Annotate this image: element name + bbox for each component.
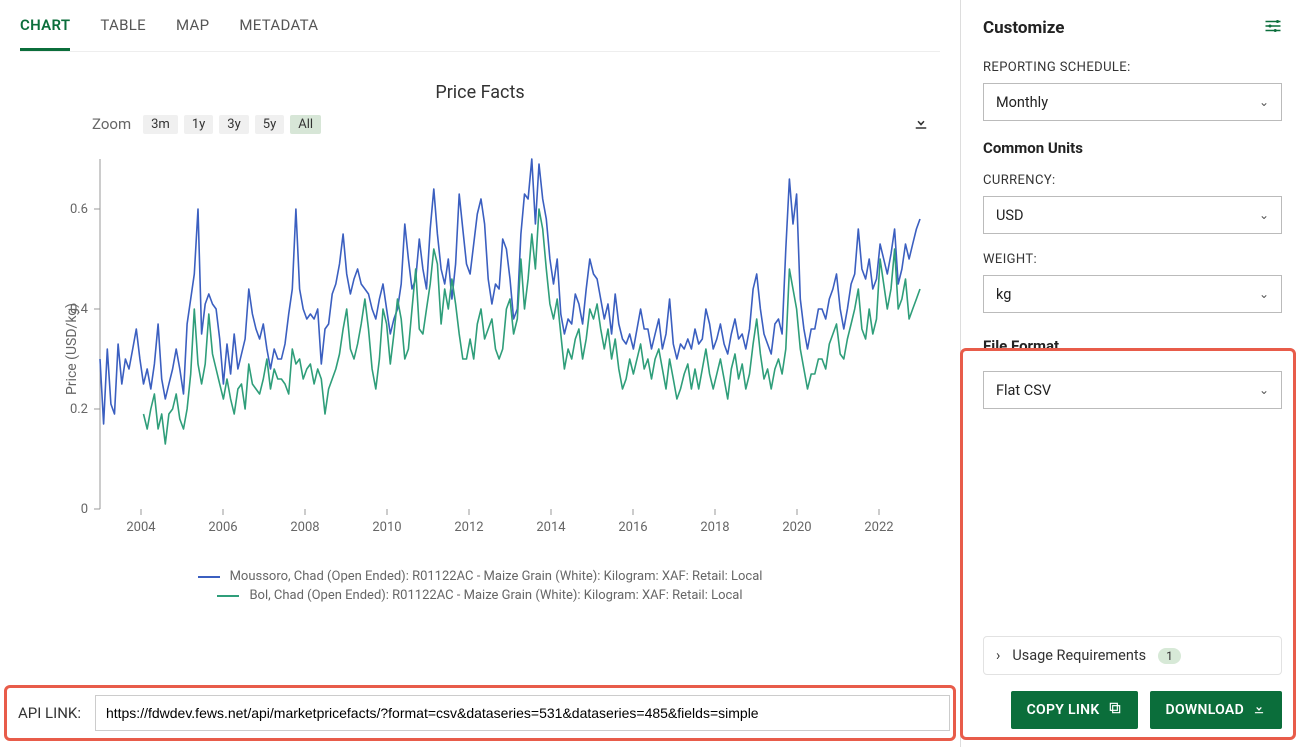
sidebar-footer: › Usage Requirements 1 COPY LINK DOWNLOA… <box>983 636 1282 729</box>
reporting-schedule-select[interactable]: Monthly ⌄ <box>983 83 1282 121</box>
chart-container: Price Facts Zoom 3m 1y 3y 5y All Price (… <box>20 82 940 603</box>
weight-value: kg <box>996 286 1011 303</box>
common-units-heading: Common Units <box>983 139 1282 157</box>
file-format-select[interactable]: Flat CSV ⌄ <box>983 371 1282 409</box>
zoom-all[interactable]: All <box>290 115 321 134</box>
tab-table[interactable]: TABLE <box>100 16 146 51</box>
tabs: CHART TABLE MAP METADATA <box>20 0 940 52</box>
chart-toolbar: Zoom 3m 1y 3y 5y All <box>20 113 940 149</box>
svg-text:2020: 2020 <box>782 520 811 535</box>
download-icon <box>1252 701 1266 719</box>
legend-label-0: Moussoro, Chad (Open Ended): R01122AC - … <box>230 569 763 584</box>
zoom-3y[interactable]: 3y <box>219 115 248 134</box>
svg-text:0: 0 <box>81 502 88 517</box>
svg-text:2004: 2004 <box>126 520 156 535</box>
weight-select[interactable]: kg ⌄ <box>983 275 1282 313</box>
weight-label: WEIGHT: <box>983 252 1282 267</box>
svg-text:2016: 2016 <box>618 520 647 535</box>
zoom-3m[interactable]: 3m <box>143 115 178 134</box>
action-buttons: COPY LINK DOWNLOAD <box>983 691 1282 729</box>
plot-area: Price (USD/kg) 00.20.40.6200420062008201… <box>30 149 930 549</box>
svg-text:0.2: 0.2 <box>70 402 88 417</box>
usage-requirements-label: Usage Requirements <box>1012 647 1146 664</box>
legend-swatch-1 <box>217 595 239 597</box>
sliders-icon[interactable] <box>1264 19 1282 37</box>
plot-svg[interactable]: 00.20.40.6200420062008201020122014201620… <box>30 149 930 549</box>
zoom-1y[interactable]: 1y <box>184 115 213 134</box>
legend-item-0[interactable]: Moussoro, Chad (Open Ended): R01122AC - … <box>20 569 940 584</box>
svg-text:2018: 2018 <box>700 520 729 535</box>
svg-text:2008: 2008 <box>290 520 319 535</box>
legend-label-1: Bol, Chad (Open Ended): R01122AC - Maize… <box>249 588 742 603</box>
svg-text:0.6: 0.6 <box>70 202 88 217</box>
svg-text:2014: 2014 <box>536 520 566 535</box>
reporting-schedule-label: REPORTING SCHEDULE: <box>983 60 1282 75</box>
download-button[interactable]: DOWNLOAD <box>1150 691 1282 729</box>
tab-map[interactable]: MAP <box>176 16 209 51</box>
export-icon[interactable] <box>912 113 930 135</box>
zoom-label: Zoom <box>92 115 131 133</box>
tab-metadata[interactable]: METADATA <box>239 16 318 51</box>
chevron-right-icon: › <box>996 647 1000 664</box>
usage-count-badge: 1 <box>1158 648 1181 664</box>
chevron-down-icon: ⌄ <box>1259 383 1269 397</box>
chart-title: Price Facts <box>20 82 940 103</box>
legend-item-1[interactable]: Bol, Chad (Open Ended): R01122AC - Maize… <box>20 588 940 603</box>
zoom-controls: Zoom 3m 1y 3y 5y All <box>92 115 321 134</box>
download-label: DOWNLOAD <box>1166 702 1244 718</box>
currency-value: USD <box>996 207 1024 224</box>
currency-label: CURRENCY: <box>983 173 1282 188</box>
svg-text:2022: 2022 <box>864 520 893 535</box>
copy-icon <box>1108 701 1122 719</box>
sidebar-title: Customize <box>983 18 1064 38</box>
copy-link-button[interactable]: COPY LINK <box>1011 691 1138 729</box>
chevron-down-icon: ⌄ <box>1259 95 1269 109</box>
copy-link-label: COPY LINK <box>1027 702 1100 718</box>
sidebar: Customize REPORTING SCHEDULE: Monthly ⌄ … <box>960 0 1304 747</box>
main-panel: CHART TABLE MAP METADATA Price Facts Zoo… <box>0 0 960 747</box>
file-format-heading: File Format <box>983 337 1282 355</box>
chevron-down-icon: ⌄ <box>1259 208 1269 222</box>
legend-swatch-0 <box>198 576 220 578</box>
file-format-value: Flat CSV <box>996 382 1051 399</box>
legend: Moussoro, Chad (Open Ended): R01122AC - … <box>20 569 940 603</box>
usage-requirements-toggle[interactable]: › Usage Requirements 1 <box>983 636 1282 675</box>
sidebar-header: Customize <box>983 18 1282 38</box>
api-link-label: API LINK: <box>18 704 81 722</box>
currency-select[interactable]: USD ⌄ <box>983 196 1282 234</box>
zoom-5y[interactable]: 5y <box>255 115 284 134</box>
svg-text:2006: 2006 <box>208 520 237 535</box>
tab-chart[interactable]: CHART <box>20 16 70 51</box>
svg-text:2010: 2010 <box>372 520 401 535</box>
chevron-down-icon: ⌄ <box>1259 287 1269 301</box>
api-link-row: API LINK: <box>18 695 950 731</box>
y-axis-label: Price (USD/kg) <box>64 303 80 395</box>
api-link-input[interactable] <box>95 695 950 731</box>
svg-text:2012: 2012 <box>454 520 483 535</box>
reporting-schedule-value: Monthly <box>996 94 1048 111</box>
